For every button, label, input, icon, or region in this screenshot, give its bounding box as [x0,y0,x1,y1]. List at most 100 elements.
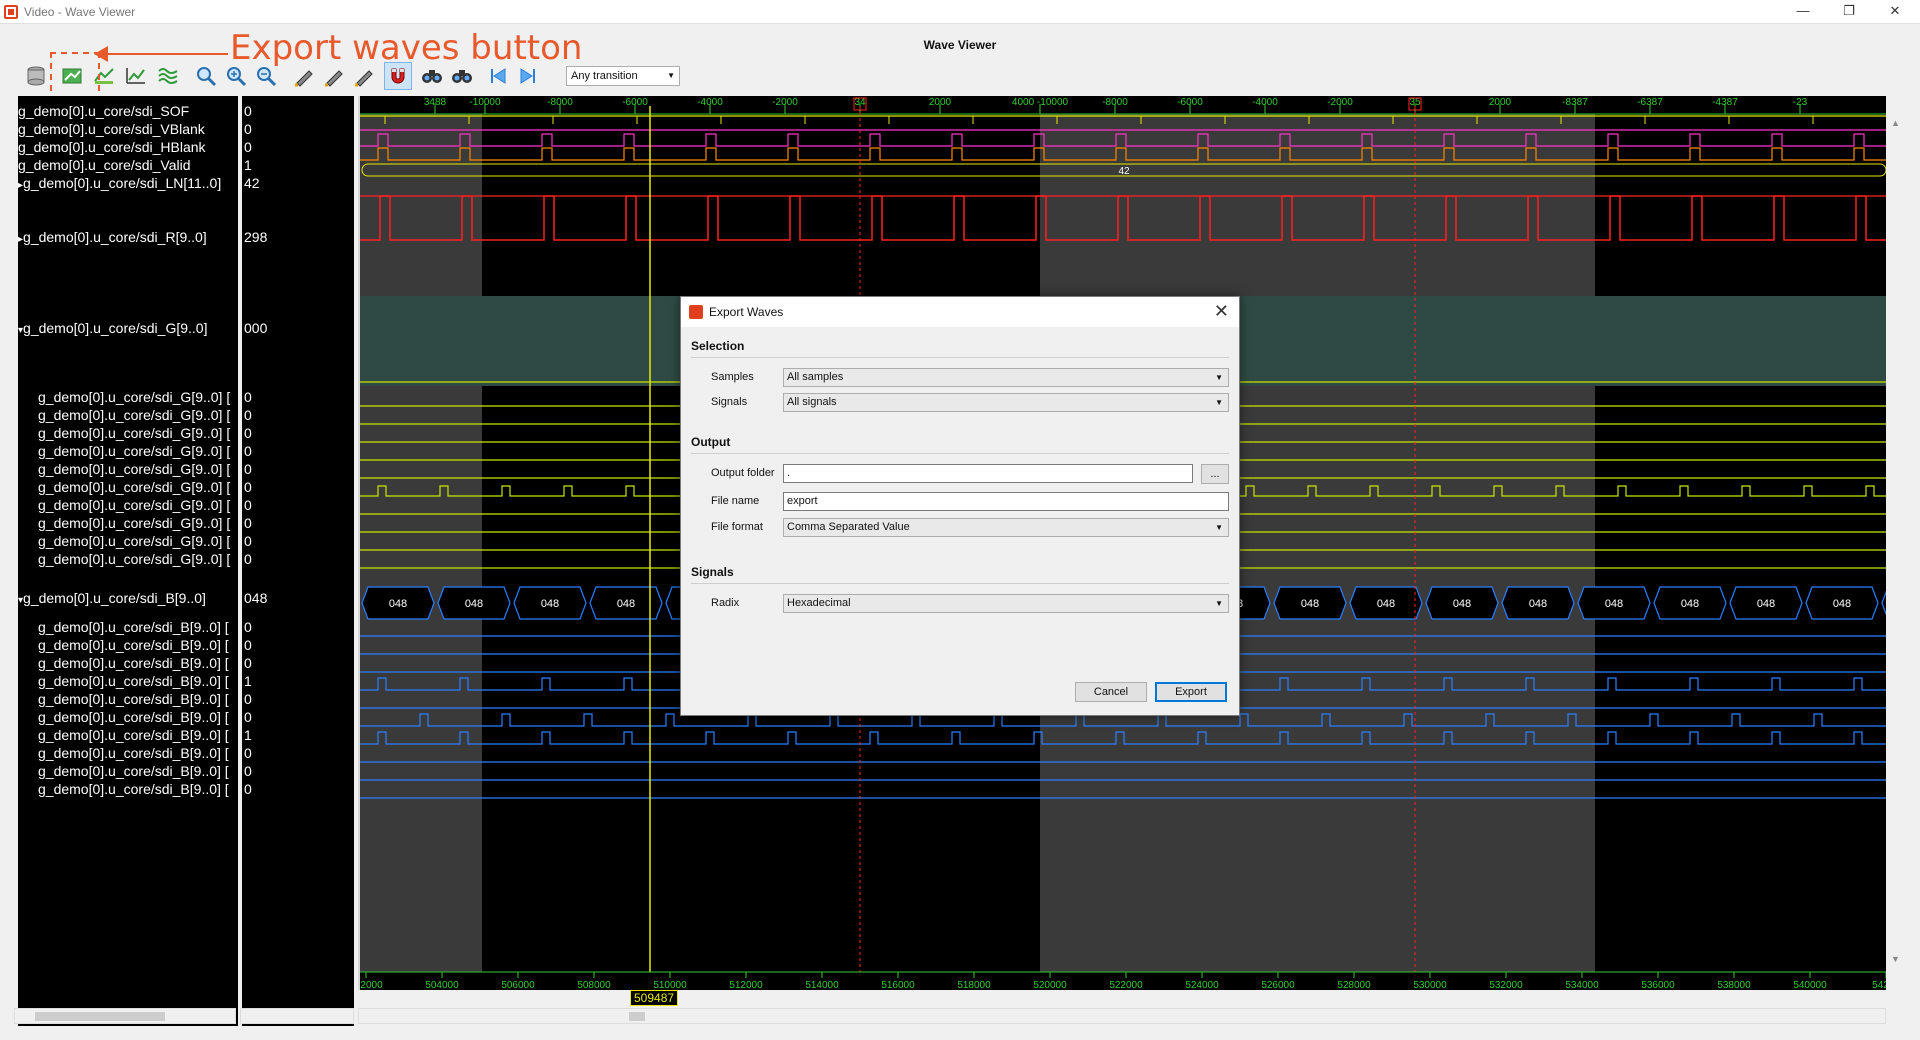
signal-child-name[interactable]: g_demo[0].u_core/sdi_B[9..0] [ [38,708,229,726]
shaded-region [360,114,482,974]
signals-select[interactable]: All signals [783,393,1229,412]
ln-bus-value: 42 [1118,166,1130,177]
scroll-up-icon[interactable]: ▲ [1891,118,1900,128]
names-hscrollbar[interactable] [14,1008,236,1024]
signal-child-name[interactable]: g_demo[0].u_core/sdi_B[9..0] [ [38,618,229,636]
ruler-top-label: -4000 [1252,97,1278,108]
signal-name-label: g_demo[0].u_core/sdi_Valid [18,157,191,173]
browse-folder-button[interactable]: ... [1201,464,1229,484]
signal-value: 0 [244,551,252,567]
signal-name[interactable]: g_demo[0].u_core/sdi_Valid [18,156,191,174]
output-folder-input[interactable]: . [783,464,1193,483]
values-hscrollbar[interactable] [240,1008,354,1024]
signal-name[interactable]: ▸g_demo[0].u_core/sdi_LN[11..0] [18,174,221,192]
cancel-button[interactable]: Cancel [1075,682,1147,702]
ruler-top-label: -10000 [469,97,501,108]
cursor-time-label: 509487 [630,990,679,1006]
output-folder-label: Output folder [711,467,775,479]
signal-name-label: g_demo[0].u_core/sdi_B[9..0] [23,590,206,606]
window-close-button[interactable]: ✕ [1872,0,1918,24]
signal-child-name[interactable]: g_demo[0].u_core/sdi_B[9..0] [ [38,672,229,690]
signal-child-name[interactable]: g_demo[0].u_core/sdi_G[9..0] [ [38,478,230,496]
samples-select[interactable]: All samples [783,368,1229,387]
transition-select[interactable]: Any transition [566,66,680,86]
signal-child-name[interactable]: g_demo[0].u_core/sdi_B[9..0] [ [38,690,229,708]
signal-value: 0 [244,425,252,441]
signal-name[interactable]: g_demo[0].u_core/sdi_SOF [18,102,189,120]
signal-name-label: g_demo[0].u_core/sdi_R[9..0] [23,229,207,245]
wave-hscrollbar[interactable] [358,1008,1886,1024]
ruler-bottom-label: 534000 [1565,980,1599,990]
b-bus-segment [1881,590,1886,616]
signals-label: Signals [711,396,748,408]
b-bus-value: 048 [1605,598,1623,610]
ruler-bottom-label: 54200 [1872,980,1886,990]
signal-child-name[interactable]: g_demo[0].u_core/sdi_G[9..0] [ [38,550,230,568]
export-button[interactable]: Export [1155,682,1227,702]
database-icon[interactable] [22,62,50,90]
signal-child-name[interactable]: g_demo[0].u_core/sdi_B[9..0] [ [38,780,229,798]
signal-name[interactable]: g_demo[0].u_core/sdi_VBlank [18,120,205,138]
signal-name[interactable]: ▾g_demo[0].u_core/sdi_B[9..0] [18,589,206,607]
signal-values-pane: 0 0 0 1 42 298 000 0 0 0 0 0 0 0 0 0 0 048 0 0 0 1 0 0 1 0 0 0 [240,96,354,1026]
signal-name-label: g_demo[0].u_core/sdi_G[9..0] [ [38,425,231,441]
signal-name-label: g_demo[0].u_core/sdi_B[9..0] [ [38,691,229,707]
scroll-down-icon[interactable]: ▼ [1891,954,1900,964]
signal-child-name[interactable]: g_demo[0].u_core/sdi_G[9..0] [ [38,514,230,532]
b-bus-value: 048 [1529,598,1547,610]
signal-value: 0 [244,533,252,549]
signal-name-label: g_demo[0].u_core/sdi_B[9..0] [ [38,763,229,779]
divider [691,453,1229,454]
samples-label: Samples [711,371,754,383]
signal-child-name[interactable]: g_demo[0].u_core/sdi_G[9..0] [ [38,532,230,550]
file-name-input[interactable]: export [783,492,1229,511]
signal-name-label: g_demo[0].u_core/sdi_B[9..0] [ [38,673,229,689]
signal-value: 0 [244,781,252,797]
ruler-bottom-label: 528000 [1337,980,1371,990]
signal-child-name[interactable]: g_demo[0].u_core/sdi_B[9..0] [ [38,654,229,672]
file-name-label: File name [711,495,760,507]
b-bus-value: 048 [1453,598,1471,610]
signal-child-name[interactable]: g_demo[0].u_core/sdi_G[9..0] [ [38,424,230,442]
signal-child-name[interactable]: g_demo[0].u_core/sdi_B[9..0] [ [38,636,229,654]
signal-name-label: g_demo[0].u_core/sdi_B[9..0] [ [38,781,229,797]
signal-child-name[interactable]: g_demo[0].u_core/sdi_G[9..0] [ [38,460,230,478]
file-format-select[interactable]: Comma Separated Value [783,518,1229,537]
signal-child-name[interactable]: g_demo[0].u_core/sdi_B[9..0] [ [38,726,229,744]
window-titlebar: Video - Wave Viewer — ❐ ✕ [0,0,1920,24]
ruler-top-label: 3488 [424,97,447,108]
signal-child-name[interactable]: g_demo[0].u_core/sdi_B[9..0] [ [38,744,229,762]
app-icon [4,5,18,19]
signal-name-label: g_demo[0].u_core/sdi_G[9..0] [ [38,479,231,495]
signal-name-label: g_demo[0].u_core/sdi_VBlank [18,121,205,137]
annotation-label: Export waves button [230,28,583,68]
ruler-top-label: -23 [1793,97,1808,108]
signal-name[interactable]: ▸g_demo[0].u_core/sdi_R[9..0] [18,228,207,246]
annotation-arrow-icon [94,46,228,62]
dialog-titlebar: Export Waves ✕ [681,297,1239,327]
radix-select[interactable]: Hexadecimal [783,594,1229,613]
signal-value: 1 [244,727,252,743]
ruler-bottom-label: 526000 [1261,980,1295,990]
b-bus-value: 048 [465,598,483,610]
signal-child-name[interactable]: g_demo[0].u_core/sdi_G[9..0] [ [38,388,230,406]
signal-name-label: g_demo[0].u_core/sdi_G[9..0] [ [38,461,231,477]
signal-value: 0 [244,515,252,531]
signal-child-name[interactable]: g_demo[0].u_core/sdi_G[9..0] [ [38,442,230,460]
ruler-top-label: -8387 [1562,97,1588,108]
signal-child-name[interactable]: g_demo[0].u_core/sdi_B[9..0] [ [38,762,229,780]
dialog-close-button[interactable]: ✕ [1214,301,1229,322]
signals-header: Signals [691,565,734,579]
vertical-scrollbar[interactable]: ▲ ▼ [1888,116,1904,966]
signal-name[interactable]: ▾g_demo[0].u_core/sdi_G[9..0] [18,319,207,337]
restore-button[interactable]: ❐ [1826,0,1872,24]
minimize-button[interactable]: — [1780,0,1826,24]
signal-child-name[interactable]: g_demo[0].u_core/sdi_G[9..0] [ [38,496,230,514]
signal-value: 0 [244,121,252,137]
radix-label: Radix [711,597,740,609]
dialog-app-icon [689,305,703,319]
signal-child-name[interactable]: g_demo[0].u_core/sdi_G[9..0] [ [38,406,230,424]
signal-name-label: g_demo[0].u_core/sdi_B[9..0] [ [38,619,229,635]
signal-name[interactable]: g_demo[0].u_core/sdi_HBlank [18,138,206,156]
b-bus-value: 048 [617,598,635,610]
